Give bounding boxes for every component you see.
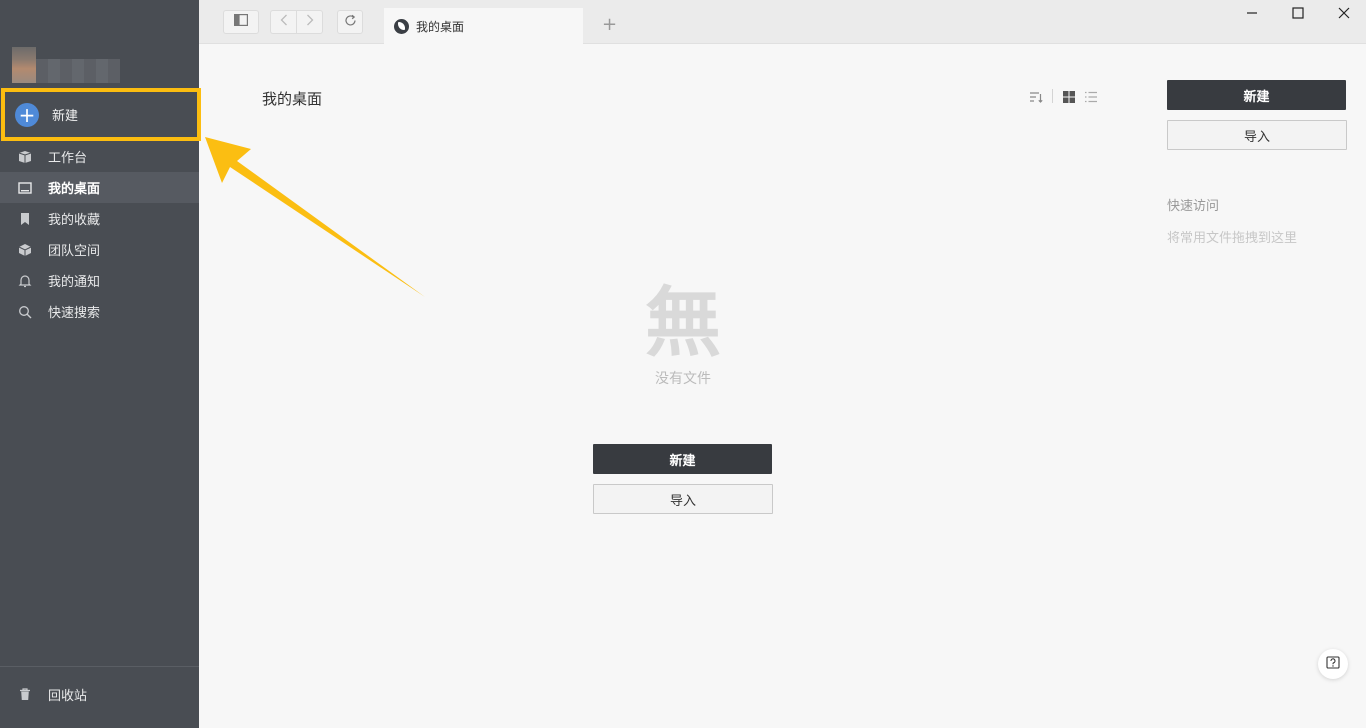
new-button[interactable]: 新建	[593, 444, 772, 474]
sidebar-divider	[0, 666, 199, 667]
app-logo-icon	[394, 18, 409, 34]
empty-state: 無 没有文件	[630, 280, 736, 388]
right-import-button[interactable]: 导入	[1167, 120, 1347, 150]
refresh-icon	[344, 14, 357, 31]
user-name-blurred	[36, 59, 120, 83]
trash-icon	[18, 687, 32, 701]
cube-icon	[18, 243, 32, 257]
view-separator	[1052, 89, 1053, 103]
minimize-button[interactable]	[1240, 3, 1264, 23]
list-view-icon[interactable]	[1084, 89, 1098, 103]
refresh-button[interactable]	[337, 10, 363, 34]
top-toolbar: 我的桌面 +	[199, 0, 1366, 44]
view-controls	[1029, 89, 1106, 103]
sidebar-item-label: 快速搜索	[48, 306, 101, 321]
empty-state-glyph: 無	[645, 278, 721, 367]
sidebar-new-label: 新建	[52, 109, 79, 124]
sidebar-item-workbench[interactable]: 工作台	[0, 141, 199, 172]
page-title: 我的桌面	[262, 90, 323, 108]
sidebar-item-label: 团队空间	[48, 244, 101, 259]
sidebar-toggle-icon	[234, 14, 249, 30]
back-button[interactable]	[270, 10, 296, 34]
sidebar: + 新建 工作台 我的桌面 我的收藏 团队空间 我的通知 快速搜索 回收站	[0, 0, 201, 728]
search-icon	[18, 305, 32, 319]
sidebar-item-label: 我的通知	[48, 275, 101, 290]
quick-access-title: 快速访问	[1167, 199, 1220, 214]
sidebar-new-button[interactable]: + 新建	[1, 88, 201, 141]
sort-icon[interactable]	[1029, 89, 1043, 103]
avatar[interactable]	[12, 47, 36, 83]
forward-button[interactable]	[296, 10, 323, 34]
sidebar-item-my-desktop[interactable]: 我的桌面	[0, 172, 199, 203]
minimize-icon	[1246, 4, 1258, 23]
sidebar-item-label: 我的收藏	[48, 213, 101, 228]
close-button[interactable]	[1332, 3, 1356, 23]
chevron-right-icon	[306, 14, 314, 30]
trash-label: 回收站	[48, 688, 88, 704]
sidebar-item-label: 我的桌面	[48, 182, 101, 197]
right-new-button[interactable]: 新建	[1167, 80, 1346, 110]
sidebar-item-team-space[interactable]: 团队空间	[0, 234, 199, 265]
quick-access-hint: 将常用文件拖拽到这里	[1167, 231, 1298, 246]
chevron-left-icon	[280, 14, 288, 30]
toggle-sidebar-button[interactable]	[223, 10, 259, 34]
sidebar-nav: 工作台 我的桌面 我的收藏 团队空间 我的通知 快速搜索	[0, 141, 199, 327]
grid-view-icon[interactable]	[1062, 89, 1076, 103]
help-icon	[1326, 655, 1340, 674]
sidebar-item-notifications[interactable]: 我的通知	[0, 265, 199, 296]
bookmark-icon	[18, 212, 32, 226]
plus-icon: +	[15, 102, 39, 127]
sidebar-item-label: 工作台	[48, 151, 88, 166]
empty-state-text: 没有文件	[655, 371, 711, 387]
bell-icon	[18, 274, 32, 288]
add-tab-button[interactable]: +	[602, 14, 617, 35]
annotation-arrow	[205, 137, 425, 297]
help-button[interactable]	[1318, 649, 1348, 679]
tab-my-desktop[interactable]: 我的桌面	[384, 8, 583, 44]
desktop-icon	[18, 181, 32, 195]
tab-title: 我的桌面	[416, 19, 465, 34]
import-button[interactable]: 导入	[593, 484, 773, 514]
sidebar-item-trash[interactable]: 回收站	[0, 680, 199, 708]
box-icon	[18, 150, 32, 164]
sidebar-item-quick-search[interactable]: 快速搜索	[0, 296, 199, 327]
sidebar-item-favorites[interactable]: 我的收藏	[0, 203, 199, 234]
close-icon	[1338, 4, 1350, 23]
maximize-icon	[1292, 4, 1304, 23]
maximize-button[interactable]	[1286, 3, 1310, 23]
